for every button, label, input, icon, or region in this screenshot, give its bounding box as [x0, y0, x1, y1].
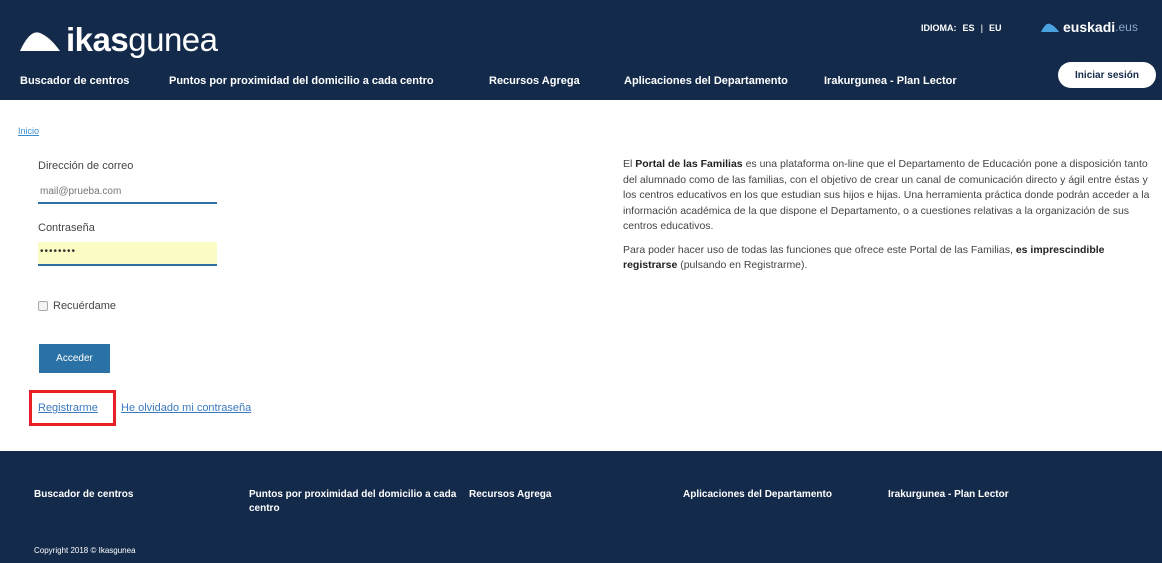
language-label: IDIOMA: — [921, 23, 957, 33]
logo-text-bold: ikas — [66, 21, 129, 58]
login-form: Dirección de correo Contraseña •••••••• — [38, 160, 238, 266]
main-nav: Buscador de centros Puntos por proximida… — [0, 64, 1162, 94]
login-button[interactable]: Iniciar sesión — [1058, 62, 1156, 88]
footer-nav-aplicaciones-departamento[interactable]: Aplicaciones del Departamento — [683, 488, 832, 502]
nav-aplicaciones-departamento[interactable]: Aplicaciones del Departamento — [624, 75, 788, 87]
logo-text-light: gunea — [128, 21, 218, 58]
lang-eu-link[interactable]: EU — [989, 23, 1002, 33]
breadcrumb-home[interactable]: Inicio — [18, 126, 39, 136]
forgot-password-link[interactable]: He olvidado mi contraseña — [121, 402, 251, 414]
p1-text-bold: Portal de las Familias — [635, 158, 743, 170]
email-label: Dirección de correo — [38, 160, 134, 172]
p2-text-pre: Para poder hacer uso de todas las funcio… — [623, 243, 1016, 256]
remember-me[interactable]: Recuérdame — [38, 300, 116, 312]
euskadi-tld: .eus — [1115, 20, 1138, 34]
euskadi-mountain-icon — [1041, 23, 1059, 32]
nav-puntos-proximidad[interactable]: Puntos por proximidad del domicilio a ca… — [169, 75, 434, 87]
password-field[interactable]: •••••••• — [38, 242, 217, 266]
language-selector: IDIOMA: ES | EU — [921, 23, 1002, 33]
ikasgunea-logo[interactable]: ikas gunea — [18, 18, 218, 62]
portal-description: El Portal de las Familias es una platafo… — [623, 157, 1157, 282]
mountain-logo-icon — [20, 32, 60, 51]
footer-nav-irakurgunea[interactable]: Irakurgunea - Plan Lector — [888, 488, 1009, 502]
nav-buscador-centros[interactable]: Buscador de centros — [20, 75, 129, 87]
footer-nav-puntos-proximidad[interactable]: Puntos por proximidad del domicilio a ca… — [249, 488, 464, 516]
remember-checkbox[interactable] — [38, 301, 48, 311]
p1-text-pre: El — [623, 158, 636, 170]
description-paragraph-2: Para poder hacer uso de todas las funcio… — [623, 243, 1157, 274]
register-link[interactable]: Registrarme — [38, 402, 98, 414]
page-footer: Buscador de centros Puntos por proximida… — [0, 451, 1162, 563]
remember-label: Recuérdame — [53, 300, 116, 312]
footer-nav-recursos-agrega[interactable]: Recursos Agrega — [469, 488, 551, 502]
acceder-button[interactable]: Acceder — [39, 344, 110, 373]
p2-text-post: (pulsando en Registrarme). — [677, 259, 808, 271]
euskadi-text: euskadi — [1063, 19, 1116, 35]
password-label: Contraseña — [38, 222, 95, 234]
euskadi-logo[interactable]: euskadi .eus — [1040, 19, 1138, 35]
copyright-text: Copyright 2018 © Ikasgunea — [34, 546, 136, 555]
email-field[interactable] — [38, 180, 217, 204]
nav-recursos-agrega[interactable]: Recursos Agrega — [489, 75, 580, 87]
top-header: ikas gunea IDIOMA: ES | EU euskadi .eus Bu… — [0, 0, 1162, 100]
footer-nav-buscador-centros[interactable]: Buscador de centros — [34, 488, 133, 502]
description-paragraph-1: El Portal de las Familias es una platafo… — [623, 157, 1157, 235]
nav-irakurgunea[interactable]: Irakurgunea - Plan Lector — [824, 75, 957, 87]
lang-es-link[interactable]: ES — [963, 23, 975, 33]
lang-separator: | — [980, 23, 984, 33]
